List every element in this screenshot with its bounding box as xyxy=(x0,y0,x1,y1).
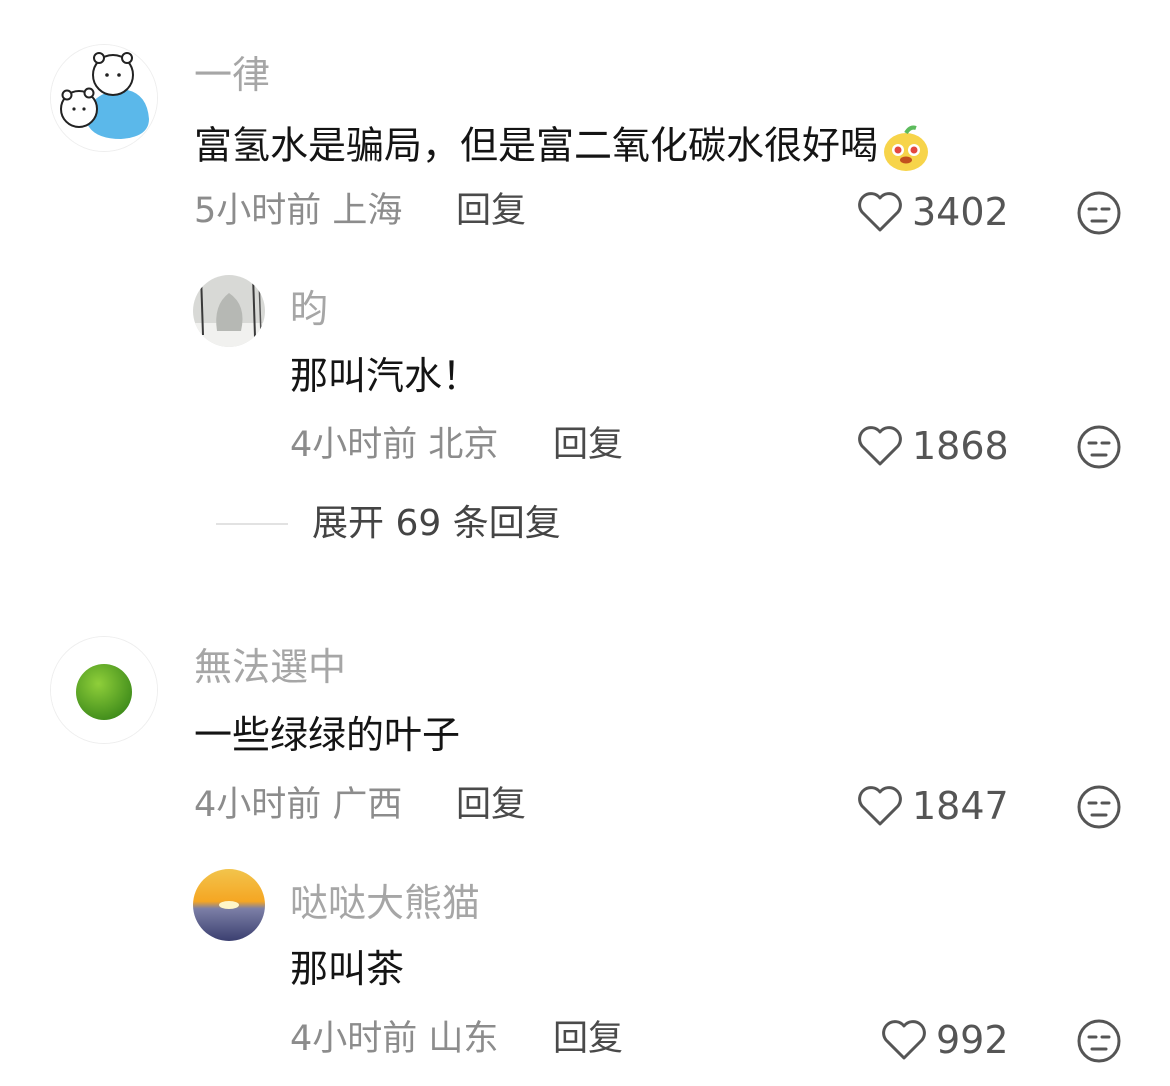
like-button[interactable]: 992 xyxy=(880,1018,1009,1062)
expand-replies-button[interactable]: 展开 69 条回复 xyxy=(216,506,561,542)
reply-text: 那叫汽水！ xyxy=(290,354,481,398)
comment-location: 上海 xyxy=(332,191,403,231)
reply-button[interactable]: 回复 xyxy=(553,428,623,463)
reply-username[interactable]: 哒哒大熊猫 xyxy=(290,884,480,922)
sunset-avatar-icon xyxy=(193,869,265,941)
comment-time: 4小时前 xyxy=(194,785,322,825)
like-button[interactable]: 1868 xyxy=(856,424,1009,468)
heart-icon xyxy=(858,192,902,232)
avatar[interactable] xyxy=(50,636,158,744)
reply-button[interactable]: 回复 xyxy=(456,194,526,229)
dislike-button[interactable] xyxy=(1076,424,1122,470)
comment-text: 富氢水是骗局，但是富二氧化碳水很好喝 xyxy=(194,122,932,174)
expand-replies-label: 展开 69 条回复 xyxy=(312,503,561,544)
comment-username[interactable]: 一律 xyxy=(194,56,270,94)
cute-face-emoji-icon xyxy=(884,125,929,171)
comment-location: 广西 xyxy=(332,785,403,825)
unamused-face-icon xyxy=(1077,425,1121,469)
bear-avatar-icon xyxy=(51,45,157,151)
reply-location: 北京 xyxy=(428,425,499,465)
lime-avatar-icon xyxy=(51,637,157,743)
comment-meta: 4小时前 广西 xyxy=(194,788,402,823)
reply-time: 4小时前 xyxy=(290,425,418,465)
reply-location: 山东 xyxy=(428,1019,499,1059)
unamused-face-icon xyxy=(1077,191,1121,235)
comment-username[interactable]: 無法選中 xyxy=(194,648,346,686)
reply-button[interactable]: 回复 xyxy=(553,1022,623,1057)
unamused-face-icon xyxy=(1077,785,1121,829)
unamused-face-icon xyxy=(1077,1019,1121,1063)
divider xyxy=(216,523,288,525)
heart-icon xyxy=(882,1020,926,1060)
reply-meta: 4小时前 山东 xyxy=(290,1022,498,1057)
like-count: 1868 xyxy=(912,424,1009,468)
like-button[interactable]: 1847 xyxy=(856,784,1009,828)
reply-username[interactable]: 昀 xyxy=(290,290,328,328)
dislike-button[interactable] xyxy=(1076,190,1122,236)
dislike-button[interactable] xyxy=(1076,1018,1122,1064)
comment-time: 5小时前 xyxy=(194,191,322,231)
snowy-tree-avatar-icon xyxy=(193,275,265,347)
avatar[interactable] xyxy=(50,44,158,152)
avatar[interactable] xyxy=(193,869,265,941)
like-count: 1847 xyxy=(912,784,1009,828)
comment-text: 一些绿绿的叶子 xyxy=(194,713,461,757)
like-button[interactable]: 3402 xyxy=(856,190,1009,234)
heart-icon xyxy=(858,786,902,826)
comment-meta: 5小时前 上海 xyxy=(194,194,402,229)
comment-text-content: 富氢水是骗局，但是富二氧化碳水很好喝 xyxy=(194,123,879,168)
reply-time: 4小时前 xyxy=(290,1019,418,1059)
reply-text: 那叫茶 xyxy=(290,947,405,991)
reply-button[interactable]: 回复 xyxy=(456,788,526,823)
reply-meta: 4小时前 北京 xyxy=(290,428,498,463)
like-count: 992 xyxy=(936,1018,1009,1062)
like-count: 3402 xyxy=(912,190,1009,234)
avatar[interactable] xyxy=(193,275,265,347)
dislike-button[interactable] xyxy=(1076,784,1122,830)
heart-icon xyxy=(858,426,902,466)
